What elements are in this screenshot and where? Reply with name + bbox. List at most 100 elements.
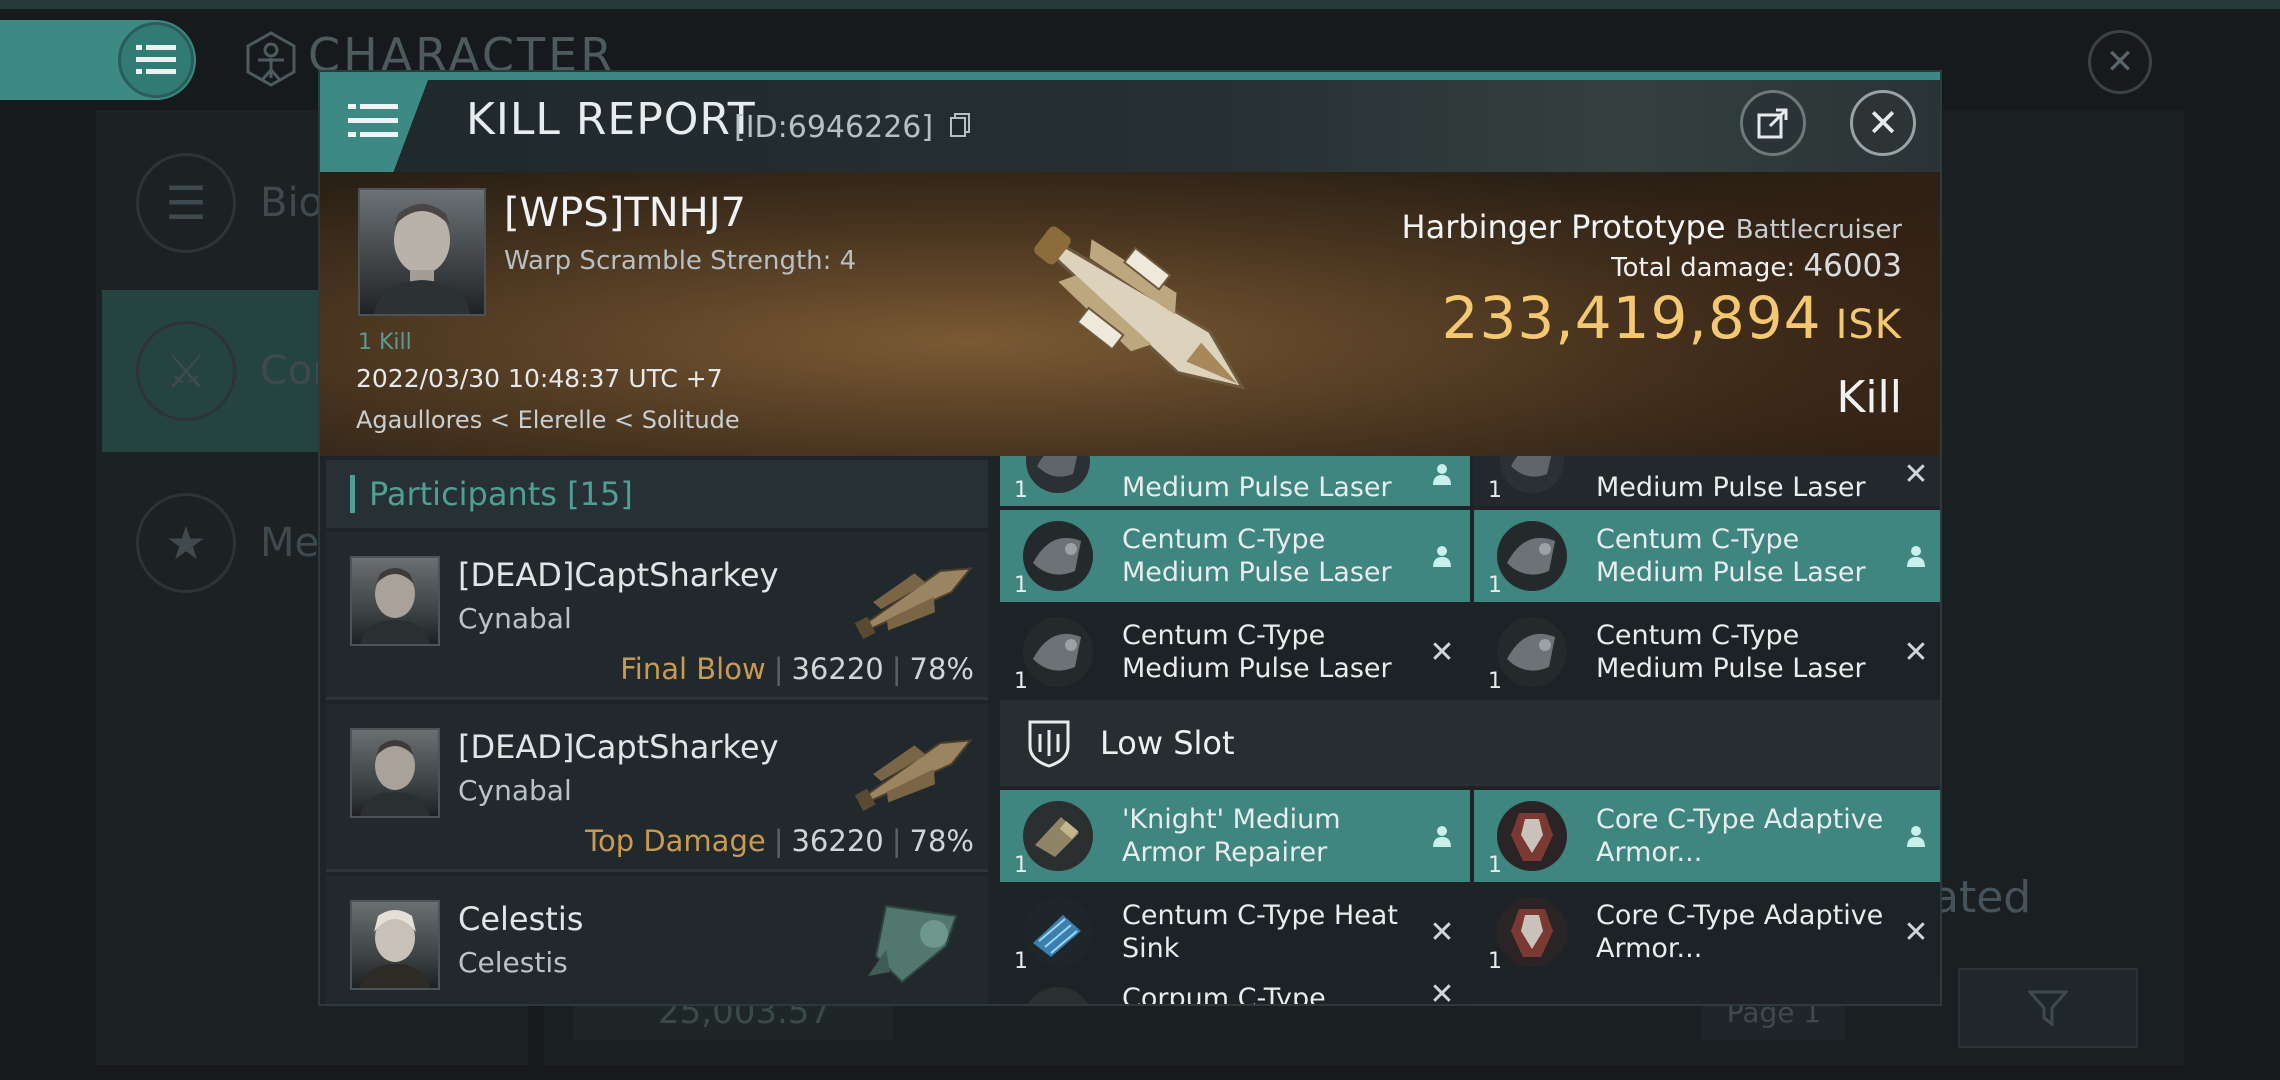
laser-icon: 1: [1488, 456, 1572, 503]
separator: |: [891, 652, 902, 686]
participant-ship: Cynabal: [458, 774, 572, 807]
close-icon: ✕: [1903, 456, 1929, 492]
sidebar-item-label: Bio: [260, 180, 324, 226]
armor-hardener-icon: 1: [1488, 796, 1572, 878]
participant-ship-image: [846, 714, 984, 826]
share-icon[interactable]: [1740, 90, 1806, 156]
ship-name: Harbinger Prototype Battlecruiser: [1402, 208, 1902, 246]
module-quantity: 1: [1488, 669, 1502, 694]
participant-ship: Celestis: [458, 946, 568, 979]
victim-name: [WPS]TNHJ7: [504, 190, 746, 236]
background-close-icon[interactable]: ✕: [2088, 30, 2152, 94]
module-quantity: 1: [1488, 573, 1502, 598]
filter-icon[interactable]: [1958, 968, 2138, 1048]
module-quantity: 1: [1014, 669, 1028, 694]
participant-tag: Top Damage: [585, 824, 766, 858]
module-name: Centum C-Type Medium Pulse Laser: [1596, 524, 1866, 588]
kill-location: Agaullores < Elerelle < Solitude: [356, 406, 740, 434]
participant-row[interactable]: [DEAD]CaptSharkey Cynabal Top Damage | 362…: [326, 704, 988, 872]
fitted-user-icon: [1424, 538, 1460, 574]
total-damage-label: Total damage:: [1611, 253, 1796, 283]
module-item[interactable]: 1 Centum C-Type Medium Pulse Laser ✕: [1000, 606, 1470, 698]
module-name: Centum C-Type Medium Pulse Laser: [1122, 620, 1392, 684]
heat-sink-icon: 1: [1014, 892, 1098, 974]
module-quantity: 1: [1014, 949, 1028, 974]
module-name: 'Knight' Medium Armor Repairer: [1122, 804, 1341, 868]
module-item[interactable]: 1 Centum C-Type Medium Pulse Laser: [1000, 510, 1470, 602]
star-icon: ★: [136, 493, 236, 593]
avatar[interactable]: [350, 556, 440, 646]
participant-row[interactable]: [DEAD]CaptSharkey Cynabal Final Blow | 362…: [326, 532, 988, 700]
module-item[interactable]: 1 'Knight' Medium Armor Repairer: [1000, 790, 1470, 882]
destroyed-x-icon: ✕: [1429, 982, 1455, 1006]
module-name: Medium Pulse Laser: [1596, 471, 1866, 503]
module-quantity: 1: [1014, 573, 1028, 598]
avatar[interactable]: [350, 900, 440, 990]
victim-avatar[interactable]: [358, 188, 486, 316]
avatar[interactable]: [350, 728, 440, 818]
destroyed-x-icon: ✕: [1903, 914, 1929, 950]
destroyed-x-icon: ✕: [1429, 914, 1455, 950]
isk-amount: 233,419,894: [1441, 284, 1822, 352]
module-name: Centum C-Type Medium Pulse Laser: [1122, 524, 1392, 588]
module-item[interactable]: 1 Centum C-Type Medium Pulse Laser: [1474, 510, 1940, 602]
participant-ship: Cynabal: [458, 602, 572, 635]
separator: |: [773, 824, 784, 858]
participants-header: Participants [15]: [326, 460, 988, 528]
isk-unit: ISK: [1835, 302, 1902, 348]
participant-tag: Final Blow: [620, 652, 766, 686]
isk-value: 233,419,894 ISK: [1442, 284, 1902, 352]
participant-damage: 36220: [791, 652, 884, 686]
module-item[interactable]: 1 Centum C-Type Heat Sink ✕: [1000, 886, 1470, 978]
participant-ship-image: [846, 542, 984, 654]
module-quantity: 1: [1488, 853, 1502, 878]
low-slot-label: Low Slot: [1100, 724, 1235, 762]
fitted-user-icon: [1898, 818, 1934, 854]
shield-icon: [1022, 716, 1076, 770]
module-quantity: 1: [1488, 478, 1502, 503]
module-item[interactable]: 1 Core C-Type Adaptive Armor...: [1474, 790, 1940, 882]
participants-header-accent: [350, 475, 355, 513]
close-icon[interactable]: ✕: [1850, 90, 1916, 156]
copy-icon[interactable]: [949, 111, 971, 146]
destroyed-x-icon: ✕: [1903, 634, 1929, 670]
module-icon: 1: [1018, 982, 1098, 1004]
module-item[interactable]: 1 Medium Pulse Laser ✕: [1474, 456, 1940, 506]
module-item[interactable]: 1 Core C-Type Adaptive Armor... ✕: [1474, 886, 1940, 978]
module-quantity: 1: [1488, 949, 1502, 974]
participant-row[interactable]: Celestis Celestis: [326, 876, 988, 1004]
laser-icon: 1: [1014, 612, 1098, 694]
participants-count: [15]: [567, 475, 633, 513]
armor-repairer-icon: 1: [1014, 796, 1098, 878]
module-name: Core C-Type Adaptive Armor...: [1596, 804, 1884, 868]
participant-stats: Top Damage | 36220 | 78%: [585, 824, 974, 858]
module-name: Corpum C-Type: [1122, 983, 1326, 1006]
top-edge-bar: [0, 0, 2280, 9]
laser-icon: 1: [1488, 612, 1572, 694]
participant-stats: Final Blow | 36220 | 78%: [620, 652, 974, 686]
armor-hardener-icon: 1: [1488, 892, 1572, 974]
crossed-swords-icon: ⚔: [136, 321, 236, 421]
participants-label: Participants: [369, 475, 557, 513]
hamburger-menu-icon[interactable]: [348, 102, 398, 140]
hamburger-menu-icon[interactable]: [118, 22, 194, 98]
module-item[interactable]: 1 Medium Pulse Laser: [1000, 456, 1470, 506]
fitted-user-icon: [1424, 818, 1460, 854]
victim-subtitle: Warp Scramble Strength: 4: [504, 246, 857, 276]
ship-class: Battlecruiser: [1735, 215, 1902, 245]
victim-kill-count: 1 Kill: [358, 330, 412, 355]
module-item[interactable]: 1 Corpum C-Type ✕: [1000, 982, 1470, 1006]
module-name: Core C-Type Adaptive Armor...: [1596, 900, 1884, 964]
participant-ship-image: [846, 886, 984, 998]
participant-name: [DEAD]CaptSharkey: [458, 556, 779, 594]
module-quantity: 1: [1014, 478, 1028, 503]
separator: |: [891, 824, 902, 858]
laser-icon: 1: [1014, 516, 1098, 598]
fitted-user-icon: [1898, 538, 1934, 574]
module-item[interactable]: 1 Centum C-Type Medium Pulse Laser ✕: [1474, 606, 1940, 698]
character-icon: [242, 30, 300, 88]
laser-icon: 1: [1488, 516, 1572, 598]
dialog-header-accent: [320, 72, 1940, 80]
kill-report-dialog: KILL REPORT [ID:6946226] ✕ [WPS]TNHJ7 Wa…: [318, 70, 1942, 1006]
low-slot-header: Low Slot: [1000, 700, 1940, 786]
